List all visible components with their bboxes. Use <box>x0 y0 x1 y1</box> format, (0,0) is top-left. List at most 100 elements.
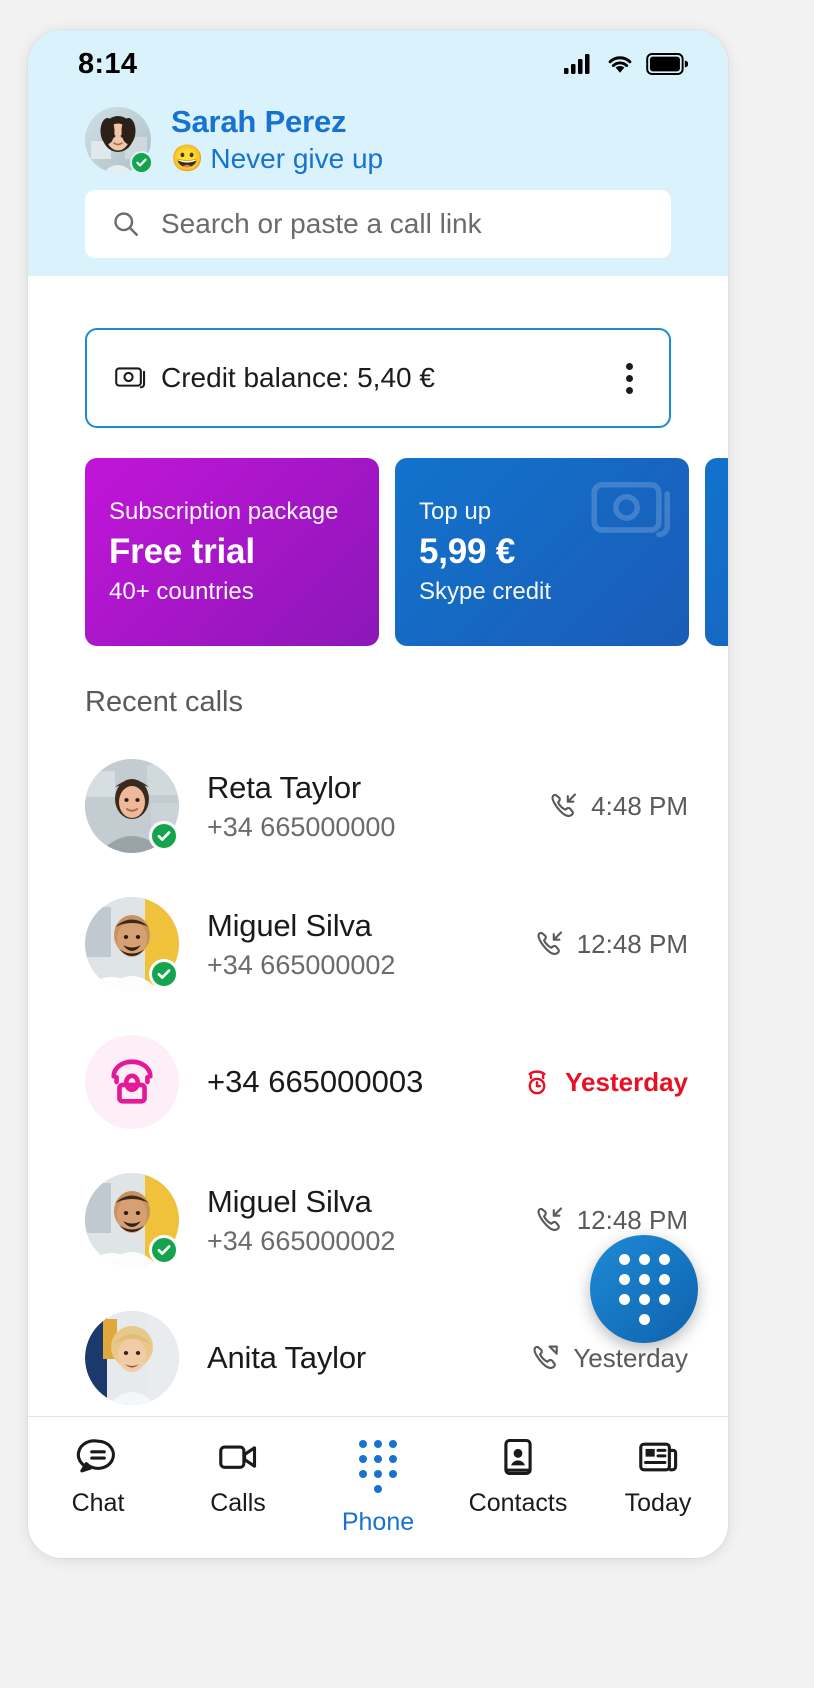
dialpad-dot <box>359 1455 367 1463</box>
app-header: 8:14 Sarah Perez 😀 Never give up Search … <box>28 30 728 277</box>
presence-badge-icon <box>130 150 153 174</box>
cellular-signal-icon <box>564 54 590 74</box>
dialpad-dot <box>618 1293 630 1305</box>
call-timestamp: 12:48 PM <box>576 928 688 959</box>
call-meta: 4:48 PM <box>547 790 688 822</box>
search-input[interactable]: Search or paste a call link <box>85 190 671 259</box>
credit-more-button[interactable] <box>616 355 643 402</box>
call-contact-name: Miguel Silva <box>207 907 372 943</box>
presence-badge-icon <box>149 959 179 990</box>
status-icons <box>564 53 688 75</box>
dialpad-dot <box>658 1253 670 1265</box>
contact-card-icon <box>504 1438 532 1476</box>
dialpad-dot <box>618 1273 630 1285</box>
call-phone-number: +34 665000003 <box>207 1064 424 1100</box>
call-meta: 12:48 PM <box>533 1204 688 1236</box>
call-meta: Yesterday <box>529 1342 688 1374</box>
dialpad-dot <box>374 1470 382 1478</box>
avatar[interactable] <box>85 1311 179 1406</box>
video-camera-icon <box>219 1445 257 1469</box>
call-phone-number: +34 665000002 <box>207 1225 396 1256</box>
avatar-image <box>85 1311 179 1406</box>
tab-today[interactable]: Today <box>588 1435 728 1518</box>
promo-card-topup[interactable]: Top up 5,99 € Skype credit <box>395 458 689 647</box>
call-list-item[interactable]: Miguel Silva +34 665000002 12:48 PM <box>28 875 728 1013</box>
promo-headline: Free trial <box>109 532 255 572</box>
chat-bubble-icon <box>76 1439 115 1473</box>
dialpad-dot <box>374 1455 382 1463</box>
recent-calls-title: Recent calls <box>85 686 243 719</box>
dialpad-dot <box>389 1440 397 1448</box>
status-bar: 8:14 <box>28 30 728 98</box>
call-timestamp: 12:48 PM <box>576 1204 688 1235</box>
dialpad-dot <box>389 1455 397 1463</box>
promo-sub: 40+ countries <box>109 578 254 606</box>
call-incoming-icon <box>537 931 562 956</box>
profile-row[interactable]: Sarah Perez 😀 Never give up <box>28 98 728 174</box>
call-meta: Yesterday <box>521 1066 688 1098</box>
dialpad-dot <box>374 1485 382 1493</box>
tab-label: Calls <box>210 1489 266 1517</box>
promo-kicker: Top up <box>419 498 492 526</box>
profile-name: Sarah Perez <box>171 104 347 139</box>
credit-balance-label: Credit balance: 5,40 € <box>161 362 435 394</box>
credit-balance-card[interactable]: Credit balance: 5,40 € <box>85 328 671 429</box>
credit-left: Credit balance: 5,40 € <box>115 362 435 394</box>
call-timestamp: 4:48 PM <box>591 790 688 821</box>
avatar[interactable] <box>85 1173 179 1268</box>
call-contact-name: Reta Taylor <box>207 769 362 805</box>
call-info: Reta Taylor +34 665000000 <box>207 770 547 843</box>
dialpad-fab[interactable] <box>590 1235 698 1343</box>
banknote-icon <box>115 367 146 389</box>
battery-icon <box>646 53 688 75</box>
phone-glyph-avatar <box>85 1035 179 1130</box>
tab-label: Chat <box>71 1489 125 1517</box>
tab-chat[interactable]: Chat <box>28 1435 168 1518</box>
call-outgoing-icon <box>533 1345 559 1370</box>
avatar[interactable] <box>85 106 153 174</box>
avatar[interactable] <box>85 759 179 854</box>
dialpad-icon <box>359 1435 397 1498</box>
status-time: 8:14 <box>78 47 138 80</box>
promo-card-subscription[interactable]: Subscription package Free trial 40+ coun… <box>85 458 379 647</box>
avatar[interactable] <box>85 897 179 992</box>
call-info: Miguel Silva +34 665000002 <box>207 908 533 981</box>
search-placeholder: Search or paste a call link <box>161 208 482 240</box>
call-info: +34 665000003 <box>207 1064 521 1100</box>
newspaper-icon <box>639 1442 678 1472</box>
avatar[interactable] <box>85 1035 179 1130</box>
promo-carousel[interactable]: Subscription package Free trial 40+ coun… <box>28 458 728 647</box>
bottom-tab-bar: Chat Calls Phone Contacts Today <box>28 1416 728 1558</box>
tab-phone[interactable]: Phone <box>308 1435 448 1537</box>
call-missed-icon <box>528 1070 546 1095</box>
promo-card-next[interactable]: T 1 S <box>705 458 728 647</box>
dialpad-dot <box>638 1273 650 1285</box>
tab-contacts[interactable]: Contacts <box>448 1435 588 1518</box>
call-phone-number: +34 665000000 <box>207 811 396 842</box>
dialpad-dot <box>638 1293 650 1305</box>
call-incoming-icon <box>537 1207 562 1232</box>
more-vertical-icon <box>626 374 633 382</box>
call-contact-name: Anita Taylor <box>207 1340 367 1376</box>
call-phone-number: +34 665000002 <box>207 949 396 980</box>
dialpad-dot <box>618 1253 630 1265</box>
tab-label: Today <box>624 1489 692 1517</box>
wifi-icon <box>608 56 632 73</box>
tab-label: Contacts <box>468 1489 568 1517</box>
promo-sub: Skype credit <box>419 578 552 606</box>
search-icon <box>114 212 138 237</box>
profile-text: Sarah Perez 😀 Never give up <box>171 104 383 174</box>
mood-emoji: 😀 <box>171 142 204 173</box>
dialpad-dot <box>638 1253 650 1265</box>
dialpad-dot <box>658 1273 670 1285</box>
tab-calls[interactable]: Calls <box>168 1435 308 1518</box>
call-list-item[interactable]: Reta Taylor +34 665000000 4:48 PM <box>28 737 728 875</box>
telephone-icon <box>111 1059 153 1104</box>
call-contact-name: Miguel Silva <box>207 1183 372 1219</box>
dialpad-dot <box>374 1440 382 1448</box>
call-timestamp: Yesterday <box>565 1066 688 1097</box>
call-meta: 12:48 PM <box>533 928 688 960</box>
presence-badge-icon <box>149 821 179 852</box>
dialpad-icon <box>618 1253 670 1325</box>
call-list-item[interactable]: +34 665000003 Yesterday <box>28 1013 728 1151</box>
